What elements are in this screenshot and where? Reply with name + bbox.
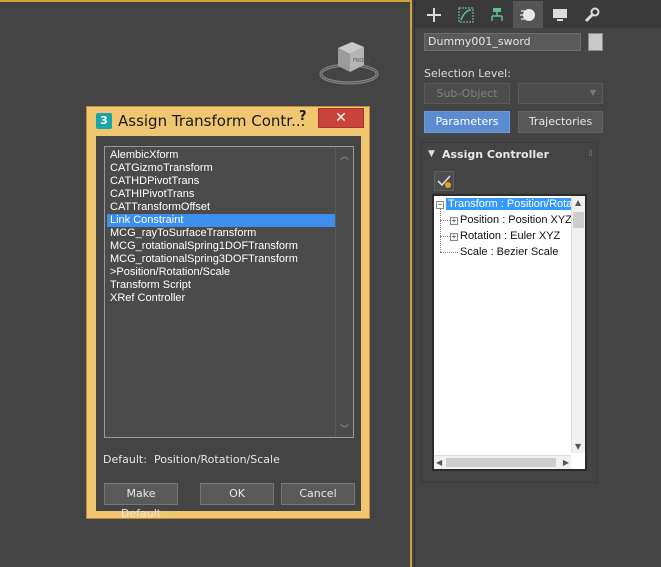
object-name-field[interactable]: Dummy001_sword (424, 33, 581, 51)
controller-list-item[interactable]: MCG_rotationalSpring3DOFTransform (107, 253, 336, 266)
controller-list-item[interactable]: AlembicXform (107, 149, 336, 162)
viewport-active-border (0, 0, 412, 2)
controller-list-item[interactable]: CATGizmoTransform (107, 162, 336, 175)
cancel-button[interactable]: Cancel (281, 483, 355, 505)
tab-create[interactable] (419, 1, 449, 28)
scroll-up-icon[interactable]: ▲ (575, 198, 581, 207)
list-scrollbar[interactable]: ︿ ﹀ (335, 147, 353, 437)
tab-modify[interactable] (451, 1, 481, 28)
tree-horizontal-scrollbar[interactable]: ◀ ▶ (434, 455, 571, 469)
modify-curve-icon (458, 6, 474, 23)
sub-object-button[interactable]: Sub-Object (424, 83, 510, 104)
scroll-down-icon[interactable]: ▼ (575, 442, 581, 451)
motion-icon (520, 8, 535, 21)
expand-icon[interactable]: + (450, 233, 458, 241)
help-button[interactable]: ? (299, 109, 307, 124)
rollout-grip-icon[interactable]: ⁞⁞ (588, 149, 593, 159)
controller-list-item[interactable]: MCG_rayToSurfaceTransform (107, 227, 336, 240)
default-value: Position/Rotation/Scale (154, 453, 280, 466)
command-panel: Dummy001_sword Selection Level: Sub-Obje… (414, 0, 661, 567)
tree-guide (440, 220, 450, 221)
expand-icon[interactable]: + (450, 217, 458, 225)
scroll-down-icon[interactable]: ﹀ (340, 422, 349, 435)
dialog-body: AlembicXform CATGizmoTransform CATHDPivotT… (96, 136, 361, 520)
close-button[interactable]: ✕ (318, 108, 364, 128)
assign-controller-icon (437, 175, 451, 188)
controller-list-item[interactable]: XRef Controller (107, 292, 336, 305)
collapse-icon[interactable]: − (436, 201, 444, 209)
command-panel-tabs (415, 0, 661, 28)
tree-guide (440, 236, 450, 237)
selection-level-label: Selection Level: (424, 67, 511, 80)
controller-list[interactable]: AlembicXform CATGizmoTransform CATHDPivotT… (104, 146, 354, 438)
parameters-button[interactable]: Parameters (424, 111, 510, 133)
tree-guide (440, 252, 458, 253)
scroll-left-icon[interactable]: ◀ (436, 458, 442, 467)
tree-vertical-scrollbar[interactable]: ▲ ▼ (571, 196, 585, 453)
rollout-header[interactable]: ▼ Assign Controller ⁞⁞ (422, 143, 598, 167)
sub-object-dropdown[interactable]: ▼ (518, 83, 603, 104)
tree-row-rotation[interactable]: + Rotation : Euler XYZ (450, 228, 560, 244)
plus-icon (427, 7, 441, 22)
controller-list-item[interactable]: >Position/Rotation/Scale (107, 266, 336, 279)
controller-list-item[interactable]: CATHIPivotTrans (107, 188, 336, 201)
viewport-active-border-right (410, 0, 412, 567)
tab-utilities[interactable] (577, 1, 607, 28)
scroll-right-icon[interactable]: ▶ (563, 458, 569, 467)
chevron-down-icon: ▼ (589, 88, 596, 97)
controller-tree[interactable]: − Transform : Position/Rotat + Position : … (432, 194, 587, 471)
tab-motion[interactable] (513, 1, 543, 28)
default-label: Default: (103, 453, 147, 466)
tab-hierarchy[interactable] (482, 1, 512, 28)
assign-transform-controller-dialog: 3 Assign Transform Contr... ? ✕ AlembicX… (86, 106, 370, 520)
dialog-title: Assign Transform Contr... (118, 112, 306, 130)
controller-list-item[interactable]: Link Constraint (107, 214, 336, 227)
viewcube-icon[interactable]: FRONT (318, 36, 380, 88)
tree-guide (440, 208, 441, 252)
scrollbar-thumb[interactable] (446, 458, 556, 467)
tree-row-position[interactable]: + Position : Position XYZ (450, 212, 572, 228)
trajectories-button[interactable]: Trajectories (518, 111, 603, 133)
tree-row-label: Rotation : Euler XYZ (460, 230, 561, 242)
ok-button[interactable]: OK (200, 483, 274, 505)
display-monitor-icon (553, 8, 567, 21)
tree-row-scale[interactable]: Scale : Bezier Scale (460, 244, 558, 260)
tree-row-label: Transform : Position/Rotat (446, 198, 578, 210)
controller-list-item[interactable]: CATHDPivotTrans (107, 175, 336, 188)
svg-text:FRONT: FRONT (353, 58, 371, 64)
make-default-button[interactable]: Make Default (104, 483, 178, 520)
rollout-title: Assign Controller (442, 148, 550, 161)
scroll-up-icon[interactable]: ︿ (340, 149, 349, 162)
assign-controller-rollout: ▼ Assign Controller ⁞⁞ − Transform : Posi… (421, 142, 597, 483)
controller-list-item[interactable]: CATTransformOffset (107, 201, 336, 214)
wrench-icon (584, 7, 600, 22)
tree-row-label: Position : Position XYZ (460, 214, 572, 226)
app-3dsmax-icon: 3 (96, 113, 112, 129)
object-color-swatch[interactable] (588, 33, 603, 51)
scrollbar-thumb[interactable] (573, 212, 584, 228)
controller-list-item[interactable]: MCG_rotationalSpring1DOFTransform (107, 240, 336, 253)
rollout-collapse-icon: ▼ (428, 149, 435, 159)
controller-list-item[interactable]: Transform Script (107, 279, 336, 292)
tree-row-transform[interactable]: − Transform : Position/Rotat (436, 196, 578, 212)
assign-controller-button[interactable] (434, 171, 454, 191)
tree-row-label: Scale : Bezier Scale (460, 246, 559, 258)
tab-display[interactable] (545, 1, 575, 28)
hierarchy-icon (491, 7, 503, 21)
